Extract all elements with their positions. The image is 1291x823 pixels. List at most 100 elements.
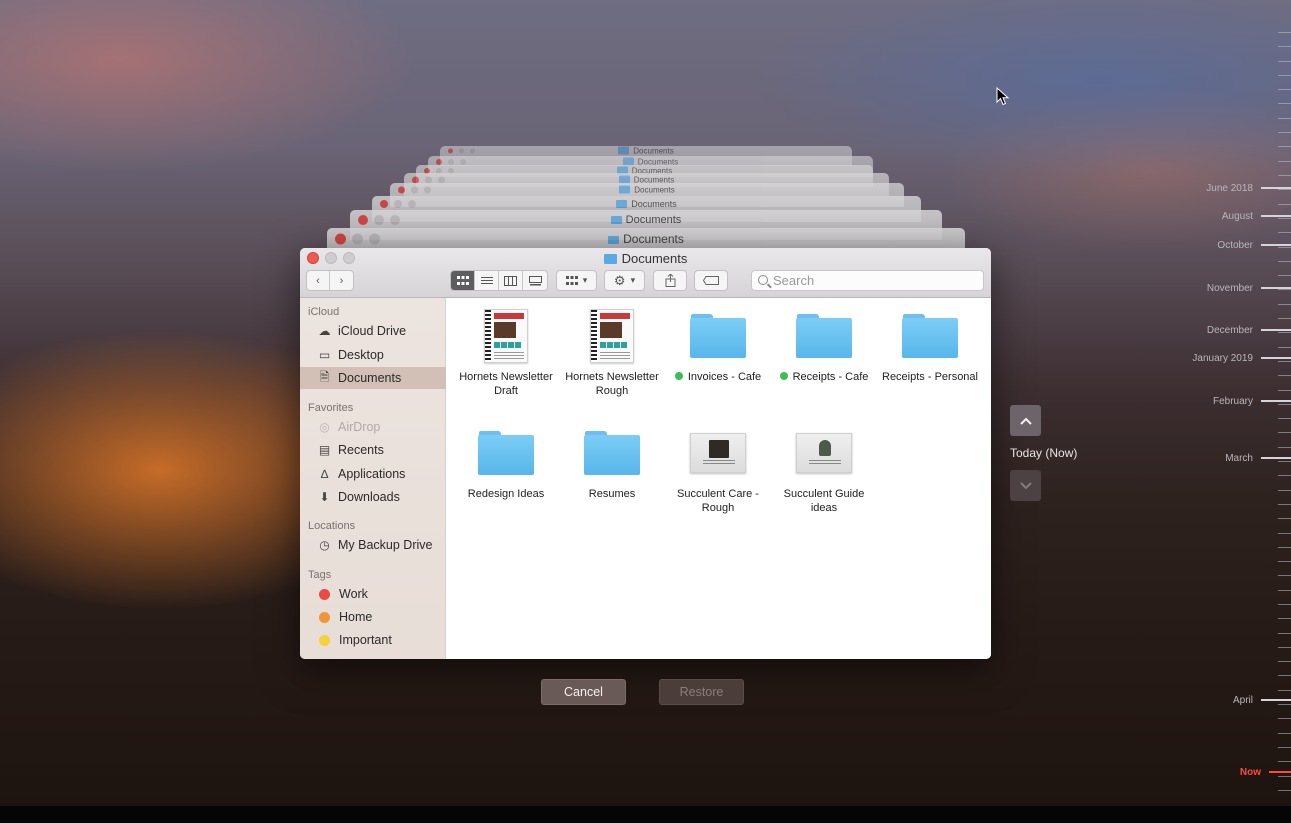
file-label: Receipts - Cafe [771,370,877,384]
file-name: Hornets Newsletter Rough [565,371,659,397]
newer-snapshot-button[interactable] [1010,470,1041,501]
document-icon [590,309,634,363]
icon-view-icon [456,275,469,285]
downloads-icon: ⬇ [319,490,330,504]
folder-icon [478,431,534,475]
older-snapshot-button[interactable] [1010,405,1041,436]
file-thumbnail [771,306,877,366]
window-title-text: Documents [621,251,688,266]
folder-icon [603,254,617,264]
folder-icon [619,185,631,194]
column-view-icon [504,275,517,286]
file-item-redesign-ideas[interactable]: Redesign Ideas [453,423,559,501]
sidebar-item-downloads[interactable]: ⬇ Downloads [300,486,446,508]
sidebar-section-heading: Favorites [308,402,354,414]
sidebar-item-label: Desktop [338,348,384,362]
folder-icon [618,146,630,155]
window-title: Documents [300,251,991,266]
cloud-icon: ☁ [318,324,331,338]
file-label: Hornets Newsletter Rough [559,370,665,398]
sidebar-item-home[interactable]: Home [300,606,446,628]
sidebar-item-icloud-drive[interactable]: ☁ iCloud Drive [300,320,446,342]
file-label: Receipts - Personal [877,370,983,384]
sidebar-item-important[interactable]: Important [300,629,446,651]
folder-icon [796,314,852,358]
file-item-succulent-guide-ideas[interactable]: Succulent Guide ideas [771,423,877,515]
file-item-hornets-newsletter-rough[interactable]: Hornets Newsletter Rough [559,306,665,398]
snapshot-title-text: Documents [634,185,675,195]
sidebar-item-airdrop[interactable]: ◎ AirDrop [300,416,446,438]
share-button[interactable] [653,270,687,291]
tag-color-icon [319,588,330,600]
file-label: Succulent Guide ideas [771,487,877,515]
sidebar-item-label: My Backup Drive [338,538,433,552]
search-icon [758,275,768,285]
sidebar-item-label: Documents [338,371,402,385]
file-item-resumes[interactable]: Resumes [559,423,665,501]
sidebar-item-label: AirDrop [338,420,381,434]
sidebar-item-label: Home [339,610,373,624]
file-name: Hornets Newsletter Draft [459,371,553,397]
snapshot-title: Documents [390,185,904,195]
file-name: Redesign Ideas [467,488,545,500]
file-thumbnail [453,423,559,483]
back-button[interactable]: ‹ [307,271,331,290]
file-item-invoices-cafe[interactable]: Invoices - Cafe [665,306,771,384]
snapshot-title-text: Documents [631,199,677,209]
restore-button[interactable]: Restore [659,679,744,705]
file-name: Receipts - Personal [882,371,978,383]
chevron-down-icon: ▾ [630,275,636,285]
column-view-button[interactable] [499,271,523,290]
file-label: Redesign Ideas [453,487,559,501]
folder-icon [584,431,640,475]
chevron-down-icon [1019,481,1032,489]
search-field[interactable]: Search [751,270,984,291]
group-by-button[interactable]: ▾ [556,270,597,291]
snapshot-title-text: Documents [623,232,684,246]
file-label: Succulent Care - Rough [665,487,771,515]
folder-icon [902,314,958,358]
screen-bottom-edge [0,806,1291,823]
file-label: Resumes [559,487,665,501]
cancel-button[interactable]: Cancel [541,679,626,705]
image-thumbnail-icon [690,433,746,473]
file-thumbnail [559,306,665,366]
airdrop-icon: ◎ [319,420,330,434]
icon-view-button[interactable] [451,271,475,290]
action-menu-button[interactable]: ⚙ ▾ [604,270,645,291]
file-item-hornets-newsletter-draft[interactable]: Hornets Newsletter Draft [453,306,559,398]
sidebar-item-recents[interactable]: ▤ Recents [300,439,446,461]
sidebar-item-label: Recents [338,443,384,457]
image-thumbnail-icon [796,433,852,473]
snapshot-title: Documents [350,214,942,226]
sidebar-item-my-backup-drive[interactable]: ◷ My Backup Drive [300,534,446,556]
sidebar-item-label: Applications [338,467,406,481]
file-thumbnail [559,423,665,483]
sidebar-item-documents[interactable]: 🗎 Documents [300,367,446,389]
file-name: Succulent Guide ideas [783,488,865,514]
snapshot-title-text: Documents [633,146,674,156]
file-item-receipts-personal[interactable]: Receipts - Personal [877,306,983,384]
file-name: Resumes [588,488,636,500]
file-label: Invoices - Cafe [665,370,771,384]
sidebar-item-work[interactable]: Work [300,583,446,605]
tag-icon [703,276,719,285]
sidebar-item-label: Important [339,633,392,647]
file-name: Succulent Care - Rough [677,488,759,514]
sidebar-item-label: Work [339,587,368,601]
forward-button[interactable]: › [330,271,353,290]
list-view-button[interactable] [475,271,499,290]
file-item-succulent-care-rough[interactable]: Succulent Care - Rough [665,423,771,515]
gallery-view-button[interactable] [523,271,547,290]
gallery-view-icon [528,275,542,285]
current-snapshot-label: Today (Now) [1010,446,1078,460]
applications-icon: ∆ [320,467,329,481]
desktop-icon: ▭ [318,348,331,362]
sidebar-item-applications[interactable]: ∆ Applications [300,463,446,485]
tags-button[interactable] [694,270,728,291]
file-item-receipts-cafe[interactable]: Receipts - Cafe [771,306,877,384]
sidebar-section-heading: Locations [308,520,356,532]
folder-icon [610,216,622,224]
view-mode-control [450,270,548,291]
sidebar-item-desktop[interactable]: ▭ Desktop [300,344,446,366]
